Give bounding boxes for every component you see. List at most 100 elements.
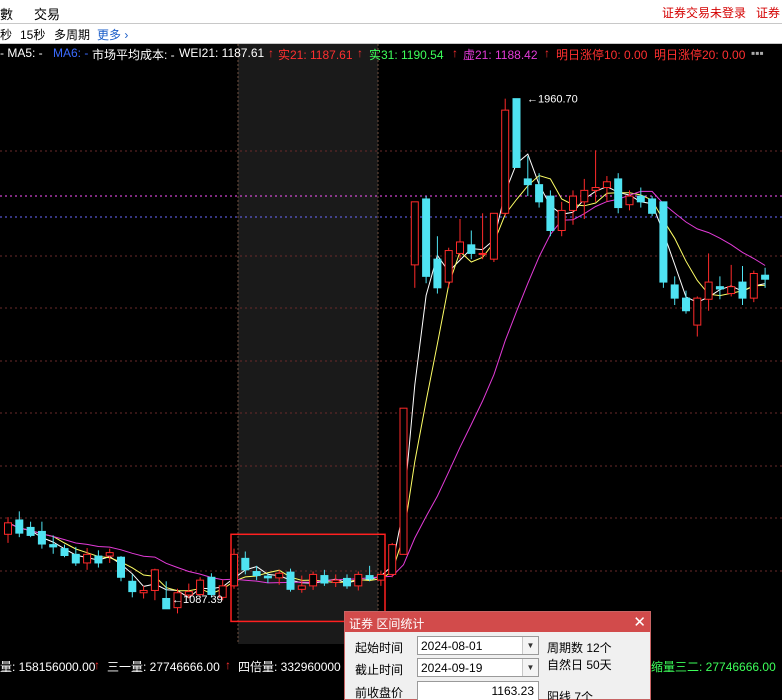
candle-down <box>49 544 58 548</box>
candle-up <box>456 241 464 254</box>
shi21-readout: 实21: 1187.61 <box>278 48 353 62</box>
start-time-value: 2024-08-01 <box>421 639 483 653</box>
end-time-select[interactable]: 2024-09-19 ▼ <box>417 658 539 677</box>
chevron-right-icon: › <box>124 28 129 42</box>
candle-up <box>399 407 408 555</box>
prev-close-label: 前收盘价 <box>355 686 404 700</box>
candle-down <box>365 575 374 580</box>
candle-down <box>320 575 329 584</box>
start-time-select[interactable]: 2024-08-01 ▼ <box>417 636 539 655</box>
candle-up <box>580 189 589 203</box>
end-time-value: 2024-09-19 <box>421 661 483 675</box>
candle-down <box>15 519 24 534</box>
kline-chart-svg: ←1960.70 ←1087.39 <box>0 44 782 644</box>
candle-down <box>682 297 690 312</box>
kline-chart[interactable]: ←1960.70 ←1087.39 <box>0 44 782 656</box>
limit10-readout: 明日涨停10: 0.00 <box>556 48 648 62</box>
period-15s-button[interactable]: 15秒 <box>20 26 45 43</box>
candle-down <box>546 195 555 231</box>
candle-down <box>286 571 295 590</box>
candle-down <box>648 198 657 214</box>
candle-up <box>139 589 148 594</box>
candle-down <box>535 184 544 203</box>
menu-item-left[interactable]: 數 <box>0 4 13 23</box>
shrink-volume-readout: 缩量三二: 27746666.00 <box>651 660 776 674</box>
end-time-label: 截止时间 <box>355 663 404 677</box>
candle-up <box>354 573 363 587</box>
candle-down <box>162 597 171 610</box>
candle-down <box>94 555 103 564</box>
prev-close-field[interactable]: 1163.23 <box>417 681 539 700</box>
candle-up <box>444 250 453 283</box>
candle-down <box>422 198 431 277</box>
candle-down <box>738 281 747 299</box>
candle-up <box>4 522 12 535</box>
arrow-up-icon: ↑ <box>225 658 231 672</box>
ma-fast-line <box>7 153 766 599</box>
candle-up <box>297 585 306 590</box>
menu-item-securities[interactable]: 证券 <box>756 4 780 21</box>
volume-readout: 量: 158156000.00 <box>0 660 96 674</box>
chevron-down-icon[interactable]: ▼ <box>522 637 538 654</box>
candle-down <box>343 577 351 587</box>
more-label: 更多 <box>97 28 122 42</box>
high-price-label: ←1960.70 <box>527 93 578 105</box>
candle-up <box>275 572 284 579</box>
dialog-title: 证券 区间统计 <box>349 617 425 631</box>
candle-up <box>693 297 702 326</box>
wei21-readout: WEI21: 1187.61 <box>179 46 265 60</box>
yang-line-count: 阳线 7个 <box>547 690 594 700</box>
dialog-titlebar[interactable]: 证券 区间统计 ✕ <box>345 612 650 632</box>
chevron-down-icon[interactable]: ▼ <box>522 659 538 676</box>
candle-down <box>512 98 521 168</box>
candle-up <box>331 579 340 583</box>
xu21-readout: 虚21: 1188.42 <box>463 48 538 62</box>
candle-up <box>489 212 498 260</box>
arrow-up-icon: ↑ <box>544 46 550 60</box>
low-price-label: ←1087.39 <box>172 594 223 606</box>
candle-up <box>376 573 385 581</box>
candle-up <box>569 195 577 211</box>
multi-period-button[interactable]: 多周期 <box>54 26 90 43</box>
candle-down <box>128 580 137 593</box>
interval-stats-dialog: 证券 区间统计 ✕ 起始时间 2024-08-01 ▼ 截止时间 2024-09… <box>344 611 651 700</box>
selection-band <box>238 44 378 644</box>
candle-up <box>501 109 510 214</box>
candle-up <box>602 181 611 189</box>
ma6-readout: MA6: - <box>53 46 89 60</box>
login-status-link[interactable]: 证券交易未登录 <box>662 4 746 21</box>
candle-down <box>241 557 250 571</box>
period-seconds-button[interactable]: 秒 <box>0 26 12 43</box>
candle-down <box>117 556 125 578</box>
candle-down <box>252 571 261 577</box>
candle-down <box>523 178 532 186</box>
candle-up <box>83 553 92 564</box>
prev-close-value: 1163.23 <box>491 684 535 698</box>
arrow-up-icon: ↑ <box>357 46 363 60</box>
volume-4x-readout: 四倍量: 332960000 <box>238 660 341 674</box>
candle-down <box>467 244 476 254</box>
candle-up <box>196 579 205 595</box>
period-count: 周期数 12个 <box>547 641 612 655</box>
arrow-up-icon: ↑ <box>94 658 100 672</box>
natural-days: 自然日 50天 <box>547 658 612 672</box>
close-icon[interactable]: ✕ <box>633 613 646 631</box>
avg-cost-readout: 市场平均成本: - <box>92 48 175 62</box>
volume-31-readout: 三一量: 27746666.00 <box>107 660 220 674</box>
candle-up <box>388 544 397 575</box>
candle-down <box>670 284 679 299</box>
candle-down <box>659 201 668 283</box>
ma-slow-line <box>7 190 766 584</box>
candle-up <box>309 573 318 587</box>
arrow-up-icon: ↑ <box>268 46 274 60</box>
shi31-readout: 实31: 1190.54 <box>369 48 444 62</box>
period-toolbar: 秒 15秒 多周期 更多 › <box>0 24 782 44</box>
candle-down <box>71 553 80 564</box>
more-button[interactable]: 更多 › <box>97 26 128 43</box>
menu-item-trade[interactable]: 交易 <box>34 4 60 23</box>
candle-up <box>727 286 736 295</box>
candle-down <box>715 286 724 290</box>
start-time-label: 起始时间 <box>355 641 404 655</box>
candle-up <box>704 281 713 300</box>
ma5-readout: - MA5: - <box>0 46 43 60</box>
